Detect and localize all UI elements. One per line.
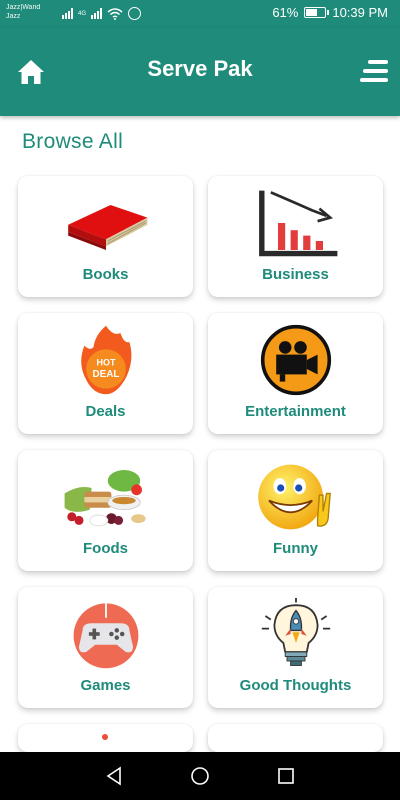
category-label: Business <box>262 266 329 283</box>
app-title: Serve Pak <box>147 56 253 81</box>
category-label: Games <box>80 677 131 694</box>
svg-text:HOT: HOT <box>96 357 116 367</box>
food-icon <box>64 470 146 527</box>
battery-icon <box>304 7 330 18</box>
system-nav-bar <box>0 752 400 800</box>
category-card-deals[interactable]: HOT DEAL Deals <box>18 313 193 434</box>
clock: 10:39 PM <box>332 5 388 20</box>
category-label: Entertainment <box>245 403 346 420</box>
category-card-games[interactable]: Games <box>18 587 193 708</box>
menu-icon[interactable] <box>358 60 388 84</box>
section-title: Browse All <box>22 130 124 153</box>
battery-percent: 61% <box>272 5 299 20</box>
movie-camera-icon <box>260 324 331 396</box>
status-bar: Jazz|Warid Jazz 4G 61% 10:39 PM <box>0 0 400 28</box>
carrier-info: Jazz|Warid Jazz <box>6 3 40 21</box>
app-bar: Serve Pak <box>0 28 400 116</box>
whatsapp-icon <box>128 7 142 20</box>
category-label: Funny <box>273 540 318 557</box>
status-right: 61% 10:39 PM <box>272 5 388 20</box>
category-label: Foods <box>83 540 128 557</box>
signal-icon-2 <box>91 8 103 19</box>
carrier-line-1: Jazz|Warid <box>6 4 41 11</box>
lightbulb-rocket-icon <box>261 598 330 666</box>
network-type-label: 4G <box>78 10 87 17</box>
carrier-line-2: Jazz <box>6 13 21 20</box>
category-card-books[interactable]: Books <box>18 176 193 297</box>
back-icon[interactable] <box>102 764 126 788</box>
category-card-partial-1[interactable] <box>18 724 193 752</box>
wifi-icon <box>107 7 123 20</box>
svg-text:DEAL: DEAL <box>92 369 119 380</box>
category-label: Books <box>82 266 129 283</box>
gamepad-icon <box>73 603 138 669</box>
category-card-partial-2[interactable] <box>208 724 383 752</box>
category-label: Good Thoughts <box>239 677 352 694</box>
smiley-icon <box>257 464 331 530</box>
category-card-funny[interactable]: Funny <box>208 450 383 571</box>
book-icon <box>67 205 147 250</box>
recents-icon[interactable] <box>274 764 298 788</box>
signal-icon <box>62 8 73 19</box>
status-icons: 4G <box>62 7 142 20</box>
home-circle-icon[interactable] <box>188 764 212 788</box>
category-card-good-thoughts[interactable]: Good Thoughts <box>208 587 383 708</box>
business-chart-icon <box>258 190 337 257</box>
partial-icon <box>102 734 108 740</box>
category-card-business[interactable]: Business <box>208 176 383 297</box>
category-label: Deals <box>85 403 126 420</box>
category-card-foods[interactable]: Foods <box>18 450 193 571</box>
category-card-entertainment[interactable]: Entertainment <box>208 313 383 434</box>
hot-deal-icon: HOT DEAL <box>80 325 131 395</box>
